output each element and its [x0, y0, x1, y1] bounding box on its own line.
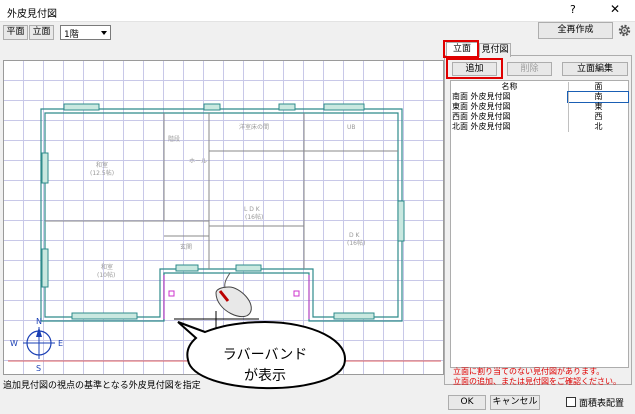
- column-face: 面: [568, 82, 628, 92]
- add-button[interactable]: 追加: [452, 62, 497, 76]
- ok-button[interactable]: OK: [448, 395, 486, 410]
- notice-line2: 立面の追加、または見付図をご確認ください。: [453, 377, 621, 386]
- cancel-button[interactable]: キャンセル: [490, 395, 540, 410]
- list-header: 名称 面: [451, 82, 628, 92]
- list-item[interactable]: 西面 外皮見付図 西: [451, 112, 628, 122]
- list-item[interactable]: 北面 外皮見付図 北: [451, 122, 628, 132]
- notice-line1: 立面に割り当てのない見付図があります。: [453, 367, 605, 376]
- list-item-face: 西: [568, 112, 628, 122]
- list-item-name: 西面 外皮見付図: [452, 112, 511, 121]
- list-item[interactable]: 南面 外皮見付図 南: [451, 91, 629, 103]
- list-item[interactable]: 東面 外皮見付図 東: [451, 102, 628, 112]
- list-item-name: 北面 外皮見付図: [452, 122, 511, 131]
- area-table-checkbox[interactable]: [566, 397, 576, 407]
- list-item-name: 東面 外皮見付図: [452, 102, 511, 111]
- delete-button[interactable]: 削除: [507, 62, 552, 76]
- area-table-label: 面積表配置: [579, 399, 625, 409]
- list-item-face: 東: [568, 102, 628, 112]
- warning-notice: 立面に割り当てのない見付図があります。 立面の追加、または見付図をご確認ください…: [453, 367, 629, 387]
- tab-elevation[interactable]: 立面: [446, 42, 478, 56]
- column-name: 名称: [501, 82, 518, 91]
- elevation-list[interactable]: 名称 面 南面 外皮見付図 南 東面 外皮見付図 東 西面 外皮見付図 西 北面…: [450, 80, 629, 368]
- edit-elevation-button[interactable]: 立面編集: [562, 62, 628, 76]
- list-item-face: 南: [567, 91, 629, 103]
- tab-mitsuke[interactable]: 見付図: [479, 43, 511, 57]
- list-item-name: 南面 外皮見付図: [452, 92, 511, 101]
- callout-line1: ラバーバンド: [223, 347, 307, 363]
- list-item-face: 北: [568, 122, 628, 132]
- callout-line2: が表示: [244, 368, 286, 384]
